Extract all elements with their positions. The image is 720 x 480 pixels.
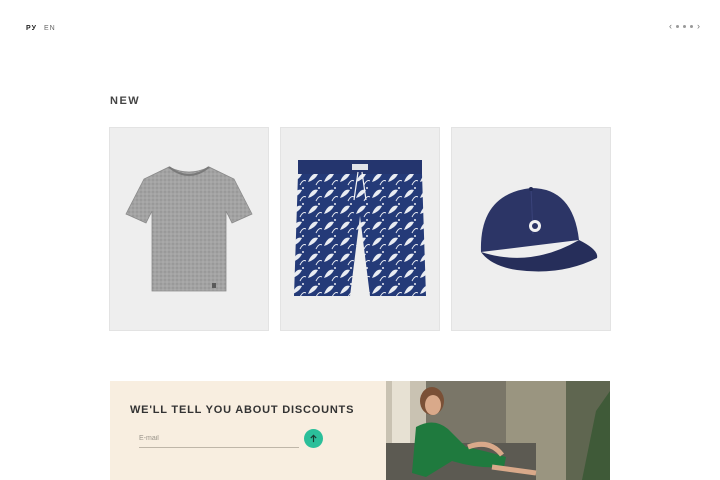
- slider-dot[interactable]: [690, 24, 693, 28]
- email-field[interactable]: [139, 429, 289, 448]
- chevron-left-icon[interactable]: ‹: [669, 21, 672, 31]
- swim-shorts-image: [294, 160, 426, 296]
- language-current[interactable]: РУ: [26, 25, 37, 32]
- product-card-shorts[interactable]: [280, 127, 440, 331]
- arrow-up-icon: [310, 434, 317, 443]
- slider-dot[interactable]: [683, 24, 686, 28]
- cap-image: [480, 187, 598, 272]
- tshirt-image: [125, 166, 253, 292]
- promo-photo: [386, 381, 610, 480]
- product-grid: [109, 127, 611, 331]
- subscribe-button[interactable]: [304, 429, 323, 448]
- language-option-en[interactable]: EN: [44, 25, 56, 32]
- email-field-wrap: [139, 427, 299, 448]
- newsletter-banner: WE'LL TELL YOU ABOUT DISCOUNTS: [110, 381, 610, 480]
- product-card-cap[interactable]: [451, 127, 611, 331]
- chevron-right-icon[interactable]: ›: [697, 21, 700, 31]
- slider-nav: ‹ ›: [669, 21, 700, 31]
- newsletter-title: WE'LL TELL YOU ABOUT DISCOUNTS: [130, 404, 355, 416]
- section-title: NEW: [110, 95, 141, 107]
- product-card-tshirt[interactable]: [109, 127, 269, 331]
- newsletter-panel: WE'LL TELL YOU ABOUT DISCOUNTS: [110, 381, 386, 480]
- slider-dot[interactable]: [676, 24, 679, 28]
- language-switcher: РУ EN: [26, 25, 56, 32]
- model-photo-image: [386, 381, 610, 480]
